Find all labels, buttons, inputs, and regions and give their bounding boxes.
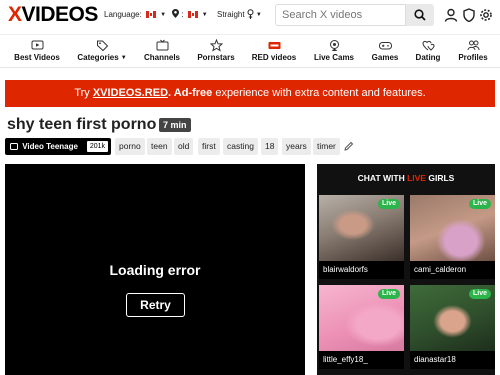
tag-link[interactable]: years	[282, 138, 311, 155]
cam-name: dianastar18	[410, 351, 495, 369]
uploader-name: Video Teenage	[22, 142, 78, 151]
tag-link[interactable]: old	[174, 138, 194, 155]
red-badge-icon	[268, 42, 280, 49]
search-icon	[414, 9, 426, 21]
loading-error-text: Loading error	[109, 262, 201, 278]
gear-icon[interactable]	[479, 8, 493, 22]
site-logo[interactable]: XVIDEOS	[8, 4, 98, 26]
play-icon	[31, 40, 43, 50]
live-badge: Live	[377, 289, 400, 299]
cam-tile[interactable]: Live blairwaldorfs	[319, 195, 404, 279]
video-title: shy teen first porno	[7, 116, 157, 133]
country-selector[interactable]: : ▼	[172, 9, 208, 21]
nav-pornstars[interactable]: Pornstars	[194, 39, 238, 62]
language-selector[interactable]: Language: ▼	[104, 9, 166, 21]
webcam-icon	[329, 40, 339, 51]
canada-flag-icon	[187, 11, 198, 18]
top-bar: XVIDEOS Language: ▼ : ▼ Straight ▼	[0, 0, 500, 30]
chevron-down-icon: ▼	[201, 12, 208, 18]
chevron-down-icon: ▼	[120, 55, 127, 61]
live-badge: Live	[468, 289, 491, 299]
video-player[interactable]: Loading error Retry	[5, 164, 305, 375]
cam-name: cami_calderon	[410, 261, 495, 279]
nav-red-videos[interactable]: RED videos	[250, 39, 298, 62]
tag-link[interactable]: timer	[313, 138, 340, 155]
cam-tile[interactable]: Live little_effy18_	[319, 285, 404, 369]
nav-channels[interactable]: Channels	[140, 39, 184, 62]
nav-games[interactable]: Games	[368, 39, 402, 62]
subscriber-count: 201k	[86, 141, 108, 152]
tv-icon	[10, 142, 18, 150]
cam-tile[interactable]: Live dianastar18	[410, 285, 495, 369]
tag-link[interactable]: first	[198, 138, 220, 155]
retry-button[interactable]: Retry	[126, 293, 185, 317]
nav-live-cams[interactable]: Live Cams	[312, 39, 356, 62]
orientation-label: Straight	[217, 10, 245, 19]
star-icon	[209, 39, 223, 52]
nav-dating[interactable]: Dating	[412, 39, 444, 62]
red-promo-banner[interactable]: Try XVIDEOS.RED. Ad-free experience with…	[5, 80, 495, 107]
orientation-selector[interactable]: Straight ▼	[217, 9, 262, 21]
people-icon	[467, 40, 479, 51]
location-pin-icon	[172, 9, 179, 18]
canada-flag-icon	[146, 11, 157, 18]
cam-tile[interactable]: Live cami_calderon	[410, 195, 495, 279]
cam-name: blairwaldorfs	[319, 261, 404, 279]
red-link[interactable]: XVIDEOS.RED	[93, 87, 168, 99]
live-cams-panel: CHAT WITH LIVE GIRLS Live blairwaldorfs …	[317, 164, 495, 375]
uploader-button[interactable]: Video Teenage 201k	[5, 138, 111, 155]
nav-categories[interactable]: Categories ▼	[74, 39, 130, 62]
main-nav: Best Videos Categories ▼ Channels Pornsta…	[0, 34, 500, 68]
cam-name: little_effy18_	[319, 351, 404, 369]
live-badge: Live	[377, 199, 400, 209]
nav-profiles[interactable]: Profiles	[454, 39, 492, 62]
separator: :	[181, 10, 184, 19]
live-badge: Live	[468, 199, 491, 209]
shield-icon[interactable]	[462, 8, 476, 22]
tag-link[interactable]: porno	[115, 138, 145, 155]
chevron-down-icon: ▼	[255, 12, 262, 18]
tv-icon	[156, 39, 168, 51]
hearts-icon	[421, 40, 435, 51]
tag-link[interactable]: teen	[147, 138, 172, 155]
tag-link[interactable]: casting	[223, 138, 258, 155]
tag-link[interactable]: 18	[261, 138, 279, 155]
nav-best-videos[interactable]: Best Videos	[11, 39, 63, 62]
language-label: Language:	[104, 10, 142, 19]
duration-badge: 7 min	[159, 118, 191, 132]
pencil-icon[interactable]	[344, 141, 354, 151]
chevron-down-icon: ▼	[160, 12, 167, 18]
tag-icon	[96, 40, 108, 52]
user-icon[interactable]	[444, 8, 458, 22]
female-symbol-icon	[247, 9, 254, 19]
gamepad-icon	[378, 42, 392, 50]
live-cams-heading: CHAT WITH LIVE GIRLS	[357, 173, 455, 183]
search-button[interactable]	[406, 4, 434, 26]
search-input[interactable]	[275, 4, 406, 26]
